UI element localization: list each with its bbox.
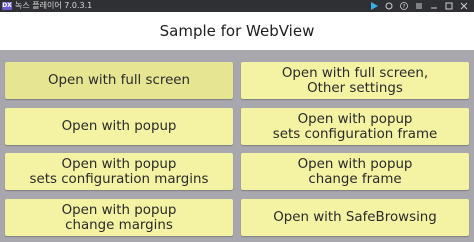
- page-title: Sample for WebView: [159, 22, 315, 40]
- app-title: 녹스 플레이어 7.0.3.1: [15, 1, 93, 10]
- titlebar-controls: ?: [370, 0, 474, 12]
- open-popup-config-margins-button[interactable]: Open with popup sets configuration margi…: [5, 153, 233, 190]
- circle-icon[interactable]: [385, 2, 393, 10]
- question-icon[interactable]: ?: [400, 2, 408, 10]
- open-popup-config-frame-button[interactable]: Open with popup sets configuration frame: [241, 108, 469, 145]
- open-full-screen-button[interactable]: Open with full screen: [5, 62, 233, 99]
- app-header: Sample for WebView: [0, 12, 474, 50]
- open-popup-change-frame-button[interactable]: Open with popup change frame: [241, 153, 469, 190]
- menu-icon[interactable]: [415, 2, 423, 10]
- svg-text:?: ?: [403, 4, 406, 10]
- open-full-screen-other-settings-button[interactable]: Open with full screen, Other settings: [241, 62, 469, 99]
- open-popup-change-margins-button[interactable]: Open with popup change margins: [5, 199, 233, 236]
- play-icon[interactable]: [370, 2, 378, 10]
- button-grid: Open with full screen Open with full scr…: [0, 50, 474, 242]
- open-safebrowsing-button[interactable]: Open with SafeBrowsing: [241, 199, 469, 236]
- close-icon[interactable]: [460, 2, 468, 10]
- open-popup-button[interactable]: Open with popup: [5, 108, 233, 145]
- restore-icon[interactable]: [445, 2, 453, 10]
- app-logo: DX: [2, 2, 12, 10]
- window-titlebar: DX 녹스 플레이어 7.0.3.1 ?: [0, 0, 474, 12]
- minimize-icon[interactable]: [430, 2, 438, 10]
